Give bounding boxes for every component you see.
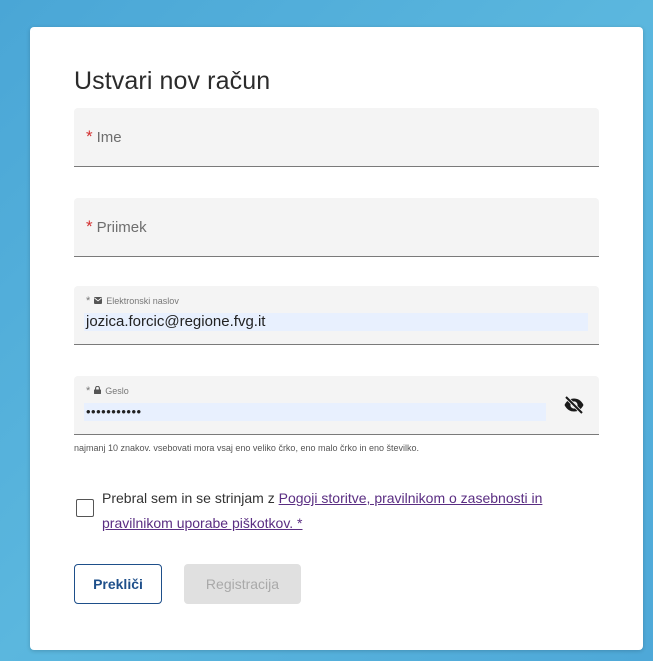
register-button[interactable]: Registracija <box>184 564 301 604</box>
password-hint: najmanj 10 znakov. vsebovati mora vsaj e… <box>74 443 420 453</box>
cancel-button[interactable]: Prekliči <box>74 564 162 604</box>
consent-checkbox[interactable] <box>76 499 94 517</box>
first-name-field[interactable]: * Ime <box>74 108 599 167</box>
envelope-icon <box>94 296 103 306</box>
consent-text: Prebral sem in se strinjam z Pogoji stor… <box>102 490 543 531</box>
first-name-label: * Ime <box>86 127 122 146</box>
lock-icon <box>94 385 102 396</box>
eye-off-icon[interactable] <box>563 395 585 415</box>
email-input[interactable]: jozica.forcic@regione.fvg.it <box>84 313 588 331</box>
required-marker: * <box>86 127 93 146</box>
register-card: Ustvari nov račun * Ime * Priimek * Elektr… <box>30 27 643 650</box>
last-name-field[interactable]: * Priimek <box>74 198 599 257</box>
password-input[interactable]: ••••••••••• <box>84 403 546 421</box>
password-field[interactable]: * Geslo ••••••••••• <box>74 376 599 435</box>
page-title: Ustvari nov račun <box>74 67 271 95</box>
email-field[interactable]: * Elektronski naslov jozica.forcic@regio… <box>74 286 599 345</box>
email-label: * Elektronski naslov <box>86 295 179 307</box>
last-name-label: * Priimek <box>86 217 147 236</box>
password-label: * Geslo <box>86 385 129 397</box>
required-marker: * <box>86 217 93 236</box>
